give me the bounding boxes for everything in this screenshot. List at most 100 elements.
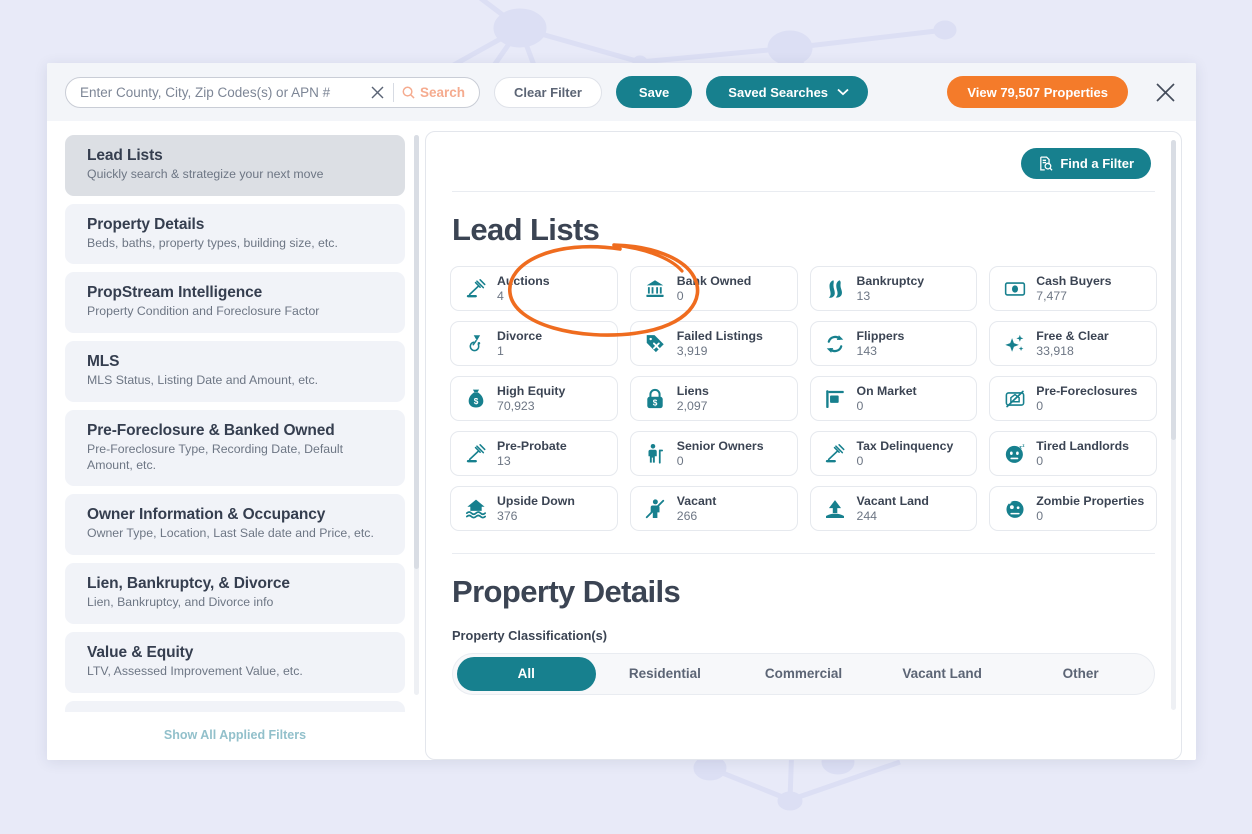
lead-list-card-pre-probate[interactable]: Pre-Probate13 [450,431,618,476]
lead-list-card-text: Cash Buyers7,477 [1036,274,1111,304]
cash-bill-icon [1003,277,1026,300]
lead-list-card-zombie-properties[interactable]: Zombie Properties0 [989,486,1157,531]
lead-list-card-count: 244 [857,509,929,524]
lead-lists-heading: Lead Lists [452,212,1157,248]
lead-list-card-count: 0 [857,399,917,414]
lead-list-card-text: Auctions4 [497,274,550,304]
sidebar-item-subtitle: LTV, Assessed Improvement Value, etc. [87,664,389,680]
lead-list-card-count: 143 [857,344,905,359]
sidebar-category-list: Lead ListsQuickly search & strategize yo… [65,135,405,712]
sidebar-item-lien-bankruptcy-divorce[interactable]: Lien, Bankruptcy, & DivorceLien, Bankrup… [65,563,405,624]
sidebar-item-mortgage[interactable]: Mortgage [65,701,405,712]
lead-list-card-cash-buyers[interactable]: Cash Buyers7,477 [989,266,1157,311]
classification-option-commercial[interactable]: Commercial [734,657,873,691]
lead-list-card-count: 13 [497,454,567,469]
lead-list-card-flippers[interactable]: Flippers143 [810,321,978,366]
senior-person-icon [644,442,667,465]
classification-option-other[interactable]: Other [1011,657,1150,691]
save-button[interactable]: Save [616,76,692,108]
sidebar-item-value-equity[interactable]: Value & EquityLTV, Assessed Improvement … [65,632,405,693]
refresh-arrows-icon [824,332,847,355]
sidebar-scrollbar-thumb[interactable] [414,135,419,569]
no-house-icon [1003,387,1026,410]
find-filter-row: Find a Filter [450,148,1157,179]
property-details-heading: Property Details [452,574,1157,610]
clear-search-icon[interactable] [367,81,389,103]
gavel-icon [464,277,487,300]
lead-list-card-bankruptcy[interactable]: Bankruptcy13 [810,266,978,311]
sidebar-item-title: Pre-Foreclosure & Banked Owned [87,422,389,440]
saved-searches-label: Saved Searches [728,85,828,100]
lead-list-card-vacant[interactable]: Vacant266 [630,486,798,531]
lead-list-card-text: Bank Owned0 [677,274,751,304]
gavel-icon [824,442,847,465]
lead-list-card-free-clear[interactable]: Free & Clear33,918 [989,321,1157,366]
lead-list-card-label: Senior Owners [677,439,764,454]
lead-list-card-senior-owners[interactable]: Senior Owners0 [630,431,798,476]
sidebar-item-title: PropStream Intelligence [87,284,389,302]
sidebar-item-mls[interactable]: MLSMLS Status, Listing Date and Amount, … [65,341,405,402]
sidebar-item-subtitle: MLS Status, Listing Date and Amount, etc… [87,373,389,389]
lead-list-card-liens[interactable]: $Liens2,097 [630,376,798,421]
classification-option-vacant-land[interactable]: Vacant Land [873,657,1012,691]
sidebar-item-pre-foreclosure-banked-owned[interactable]: Pre-Foreclosure & Banked OwnedPre-Forecl… [65,410,405,486]
property-classification-label: Property Classification(s) [452,628,1157,643]
lead-list-card-label: Upside Down [497,494,575,509]
lead-list-card-count: 70,923 [497,399,565,414]
content-scrollbar-thumb[interactable] [1171,140,1176,440]
show-all-applied-filters-link[interactable]: Show All Applied Filters [164,728,306,742]
sidebar-item-property-details[interactable]: Property DetailsBeds, baths, property ty… [65,204,405,265]
lead-list-card-label: Failed Listings [677,329,763,344]
lead-list-card-on-market[interactable]: On Market0 [810,376,978,421]
broken-ring-icon [464,332,487,355]
lock-dollar-icon: $ [644,387,667,410]
lead-list-card-vacant-land[interactable]: Vacant Land244 [810,486,978,531]
view-properties-button[interactable]: View 79,507 Properties [947,76,1128,108]
search-field-group[interactable]: Search [65,77,480,108]
lead-list-card-text: Failed Listings3,919 [677,329,763,359]
sidebar-item-owner-information-occupancy[interactable]: Owner Information & OccupancyOwner Type,… [65,494,405,555]
lead-lists-card-grid: Auctions4 Bank Owned0 Bankruptcy13 Cash Buy… [450,266,1157,531]
lead-list-card-text: Flippers143 [857,329,905,359]
for-sale-sign-icon [824,387,847,410]
sidebar-item-propstream-intelligence[interactable]: PropStream IntelligenceProperty Conditio… [65,272,405,333]
sidebar-scrollbar[interactable] [414,135,419,695]
lead-list-card-text: Divorce1 [497,329,542,359]
svg-text:$: $ [473,396,478,405]
lead-list-card-bank-owned[interactable]: Bank Owned0 [630,266,798,311]
sparkles-icon [1003,332,1026,355]
lead-list-card-text: Bankruptcy13 [857,274,925,304]
lead-list-card-divorce[interactable]: Divorce1 [450,321,618,366]
search-divider [393,83,394,102]
lead-list-card-count: 3,919 [677,344,763,359]
lead-list-card-tax-delinquency[interactable]: Tax Delinquency0 [810,431,978,476]
torn-paper-icon [824,277,847,300]
filter-content-panel: Find a Filter Lead Lists Auctions4 Bank O… [425,131,1182,760]
lead-list-card-label: Zombie Properties [1036,494,1144,509]
sidebar-scroll-region[interactable]: Lead ListsQuickly search & strategize yo… [65,131,419,712]
lead-list-card-high-equity[interactable]: $High Equity70,923 [450,376,618,421]
clear-filter-button[interactable]: Clear Filter [494,77,602,108]
lead-list-card-failed-listings[interactable]: Failed Listings3,919 [630,321,798,366]
content-scrollbar[interactable] [1171,140,1176,710]
lead-list-card-pre-foreclosures[interactable]: Pre-Foreclosures0 [989,376,1157,421]
classification-option-residential[interactable]: Residential [596,657,735,691]
classification-option-all[interactable]: All [457,657,596,691]
lead-list-card-tired-landlords[interactable]: zzTired Landlords0 [989,431,1157,476]
sidebar-item-lead-lists[interactable]: Lead ListsQuickly search & strategize yo… [65,135,405,196]
saved-searches-button[interactable]: Saved Searches [706,76,868,108]
search-input[interactable] [80,85,367,100]
lead-list-card-text: Tax Delinquency0 [857,439,954,469]
search-button[interactable]: Search [402,85,475,100]
find-a-filter-button[interactable]: Find a Filter [1021,148,1151,179]
zombie-face-icon [1003,497,1026,520]
filter-modal: Search Clear Filter Save Saved Searches … [47,63,1196,760]
close-modal-icon[interactable] [1150,77,1180,107]
lead-list-card-upside-down[interactable]: Upside Down376 [450,486,618,531]
lead-list-card-auctions[interactable]: Auctions4 [450,266,618,311]
lead-list-card-count: 0 [1036,454,1129,469]
no-person-icon [644,497,667,520]
filter-category-sidebar: Lead ListsQuickly search & strategize yo… [47,131,419,760]
lead-list-card-count: 1 [497,344,542,359]
lead-list-card-label: Vacant [677,494,717,509]
